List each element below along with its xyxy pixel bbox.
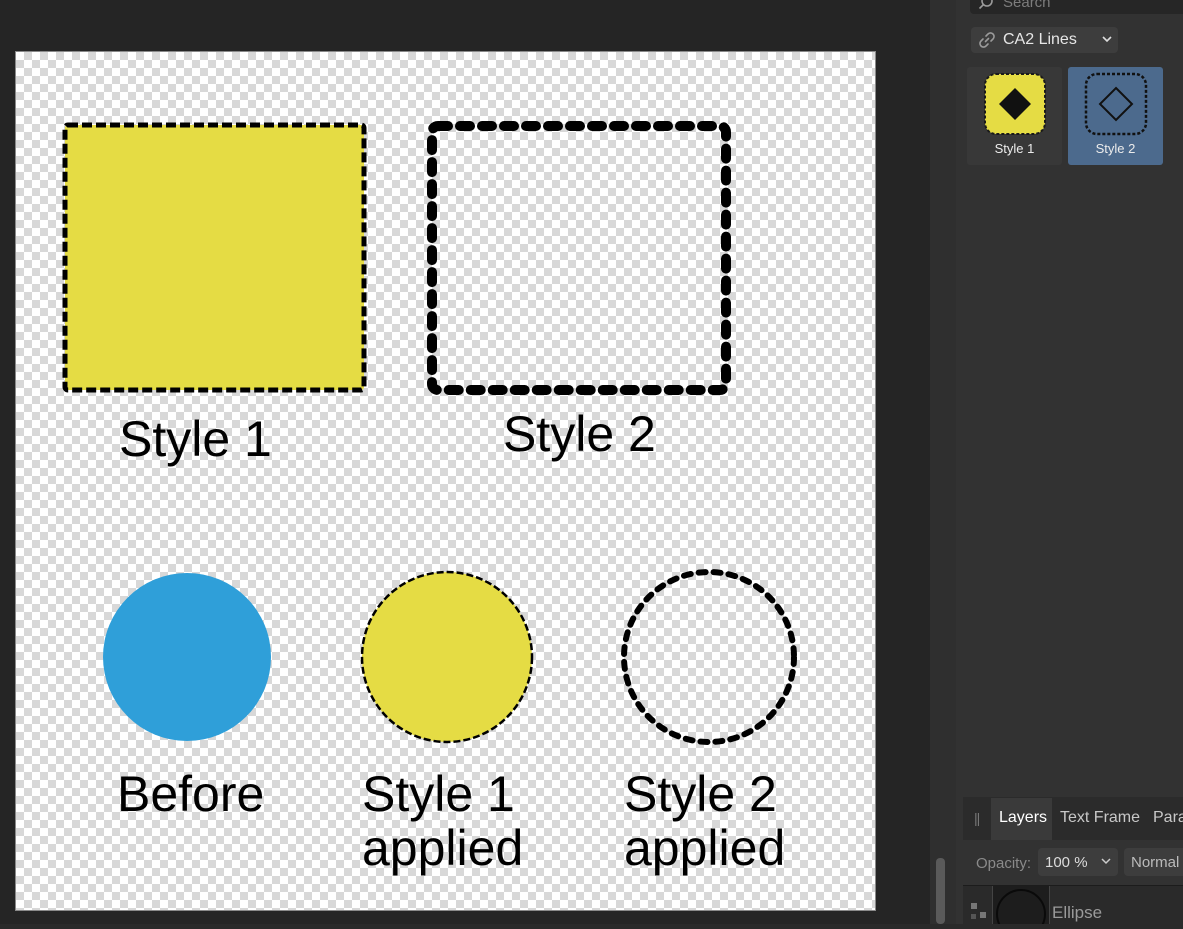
blend-mode-value: Normal [1131, 854, 1180, 871]
tab-paragraph[interactable]: Para [1153, 809, 1183, 827]
panel-grip-icon[interactable]: || [974, 810, 980, 826]
circle-style2-applied[interactable] [621, 569, 797, 745]
diamond-filled-icon [984, 73, 1046, 135]
square-style1[interactable] [62, 122, 367, 393]
ellipse-thumbnail-icon [996, 889, 1046, 929]
document-canvas[interactable]: Style 1 Style 2 Before Style 1 applied S… [15, 51, 876, 911]
style-tile-style2[interactable]: Style 2 [1068, 67, 1163, 165]
circle-before[interactable] [103, 573, 271, 741]
caption-square-style1: Style 1 [119, 411, 272, 467]
style-tile-style1[interactable]: Style 1 [967, 67, 1062, 165]
caption-circle-style2-line1: Style 2 [624, 766, 777, 822]
caption-circle-style2-line2: applied [624, 820, 786, 876]
circle-style1-applied[interactable] [360, 570, 534, 744]
caption-circle-style1-line1: Style 1 [362, 766, 515, 822]
search-icon [978, 0, 993, 10]
vertical-scrollbar[interactable] [930, 0, 956, 924]
caption-square-style2: Style 2 [503, 406, 656, 462]
opacity-label: Opacity: [976, 855, 1032, 872]
search-placeholder: Search [1003, 0, 1051, 11]
scrollbar-thumb[interactable] [936, 858, 945, 924]
opacity-value: 100 % [1045, 854, 1088, 871]
layer-fx-icon[interactable] [970, 902, 988, 922]
layer-thumbnail [992, 886, 1050, 929]
tab-text-frame[interactable]: Text Frame [1060, 809, 1140, 827]
category-label: CA2 Lines [1003, 31, 1077, 48]
chevron-down-icon [1101, 858, 1111, 865]
tab-layers[interactable]: Layers [999, 809, 1047, 827]
style-tile-label: Style 1 [994, 141, 1035, 156]
link-icon [979, 32, 995, 48]
search-input[interactable] [970, 0, 1183, 14]
caption-circle-style1-line2: applied [362, 820, 524, 876]
caption-before: Before [117, 766, 265, 822]
style-tile-label: Style 2 [1095, 141, 1136, 156]
layer-name: Ellipse [1052, 903, 1103, 922]
chevron-down-icon [1102, 36, 1112, 43]
square-style2[interactable] [427, 121, 731, 395]
diamond-outline-icon [1084, 72, 1148, 136]
